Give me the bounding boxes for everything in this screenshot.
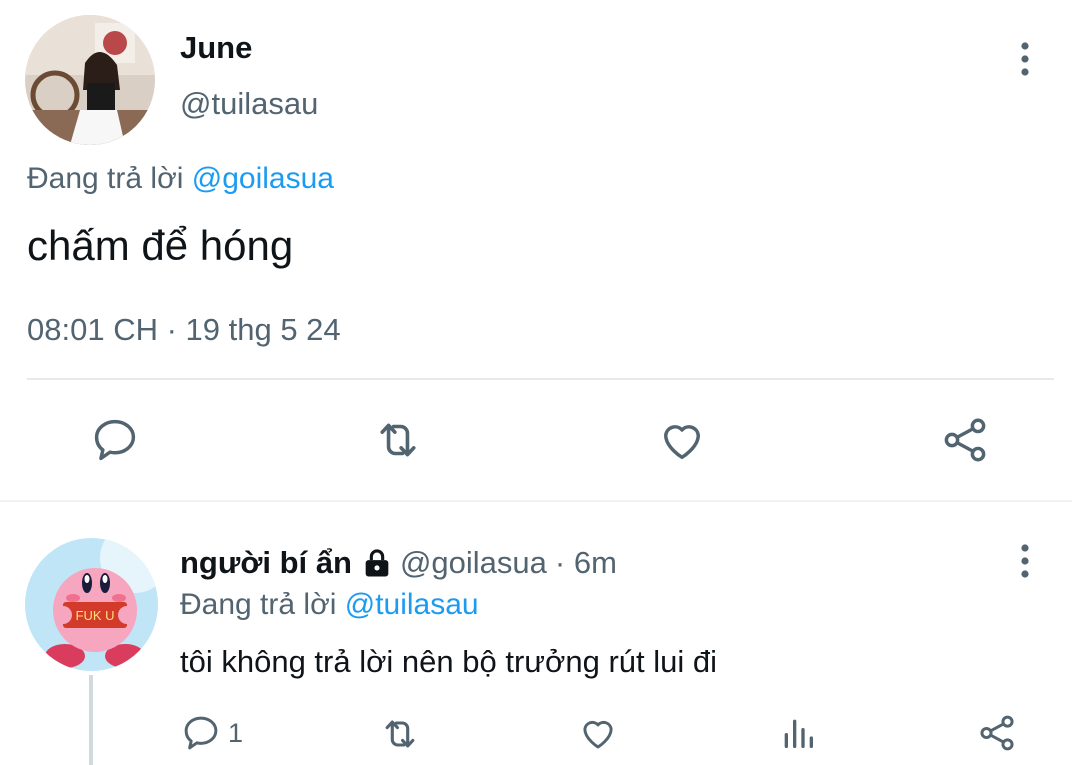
retweet-icon bbox=[380, 423, 416, 457]
divider bbox=[0, 500, 1072, 502]
replying-to: Đang trả lời @tuilasau bbox=[180, 588, 479, 622]
share-button[interactable] bbox=[976, 712, 1018, 754]
share-button[interactable] bbox=[937, 412, 993, 468]
reply-count: 1 bbox=[228, 717, 244, 748]
like-button[interactable] bbox=[577, 712, 619, 754]
replying-to-label: Đang trả lời bbox=[27, 162, 184, 195]
retweet-icon bbox=[385, 720, 415, 748]
thread-line bbox=[89, 675, 93, 765]
replying-to: Đang trả lời @goilasua bbox=[27, 162, 334, 196]
like-icon bbox=[664, 425, 700, 460]
retweet-button[interactable] bbox=[370, 412, 426, 468]
like-icon bbox=[583, 720, 613, 749]
replying-to-label: Đang trả lời bbox=[180, 588, 337, 621]
author-handle[interactable]: @tuilasau bbox=[180, 86, 318, 122]
reply-button[interactable] bbox=[87, 412, 143, 468]
more-options-icon[interactable] bbox=[1010, 40, 1040, 80]
reply-author-row: người bí ẩn @goilasua · 6m bbox=[180, 545, 617, 581]
avatar-june[interactable] bbox=[25, 15, 155, 145]
replying-to-link[interactable]: @goilasua bbox=[192, 162, 334, 195]
replying-to-link[interactable]: @tuilasau bbox=[345, 588, 479, 621]
reply-text: tôi không trả lời nên bộ trưởng rút lui … bbox=[180, 644, 718, 679]
reply-icon bbox=[94, 419, 136, 461]
retweet-button[interactable] bbox=[378, 712, 422, 756]
avatar-sign-text: FUK U bbox=[76, 608, 115, 623]
author-name[interactable]: June bbox=[180, 30, 252, 66]
more-options-icon[interactable] bbox=[1010, 542, 1040, 582]
avatar-kirby[interactable]: FUK U bbox=[25, 538, 158, 671]
views-button[interactable] bbox=[778, 712, 818, 754]
tweet-text: chấm để hóng bbox=[27, 222, 294, 269]
like-button[interactable] bbox=[654, 412, 710, 468]
views-icon bbox=[784, 719, 813, 748]
tweet-timestamp[interactable]: 08:01 CH · 19 thg 5 24 bbox=[27, 312, 341, 348]
reply-author-name[interactable]: người bí ẩn bbox=[180, 545, 352, 581]
share-icon bbox=[944, 418, 986, 462]
lock-icon bbox=[360, 546, 394, 580]
reply-icon bbox=[184, 716, 218, 750]
share-icon bbox=[980, 715, 1014, 751]
divider bbox=[27, 378, 1054, 380]
reply-time[interactable]: · 6m bbox=[555, 545, 617, 581]
reply-button[interactable]: 1 bbox=[180, 712, 243, 754]
reply-author-handle[interactable]: @goilasua bbox=[400, 545, 547, 581]
